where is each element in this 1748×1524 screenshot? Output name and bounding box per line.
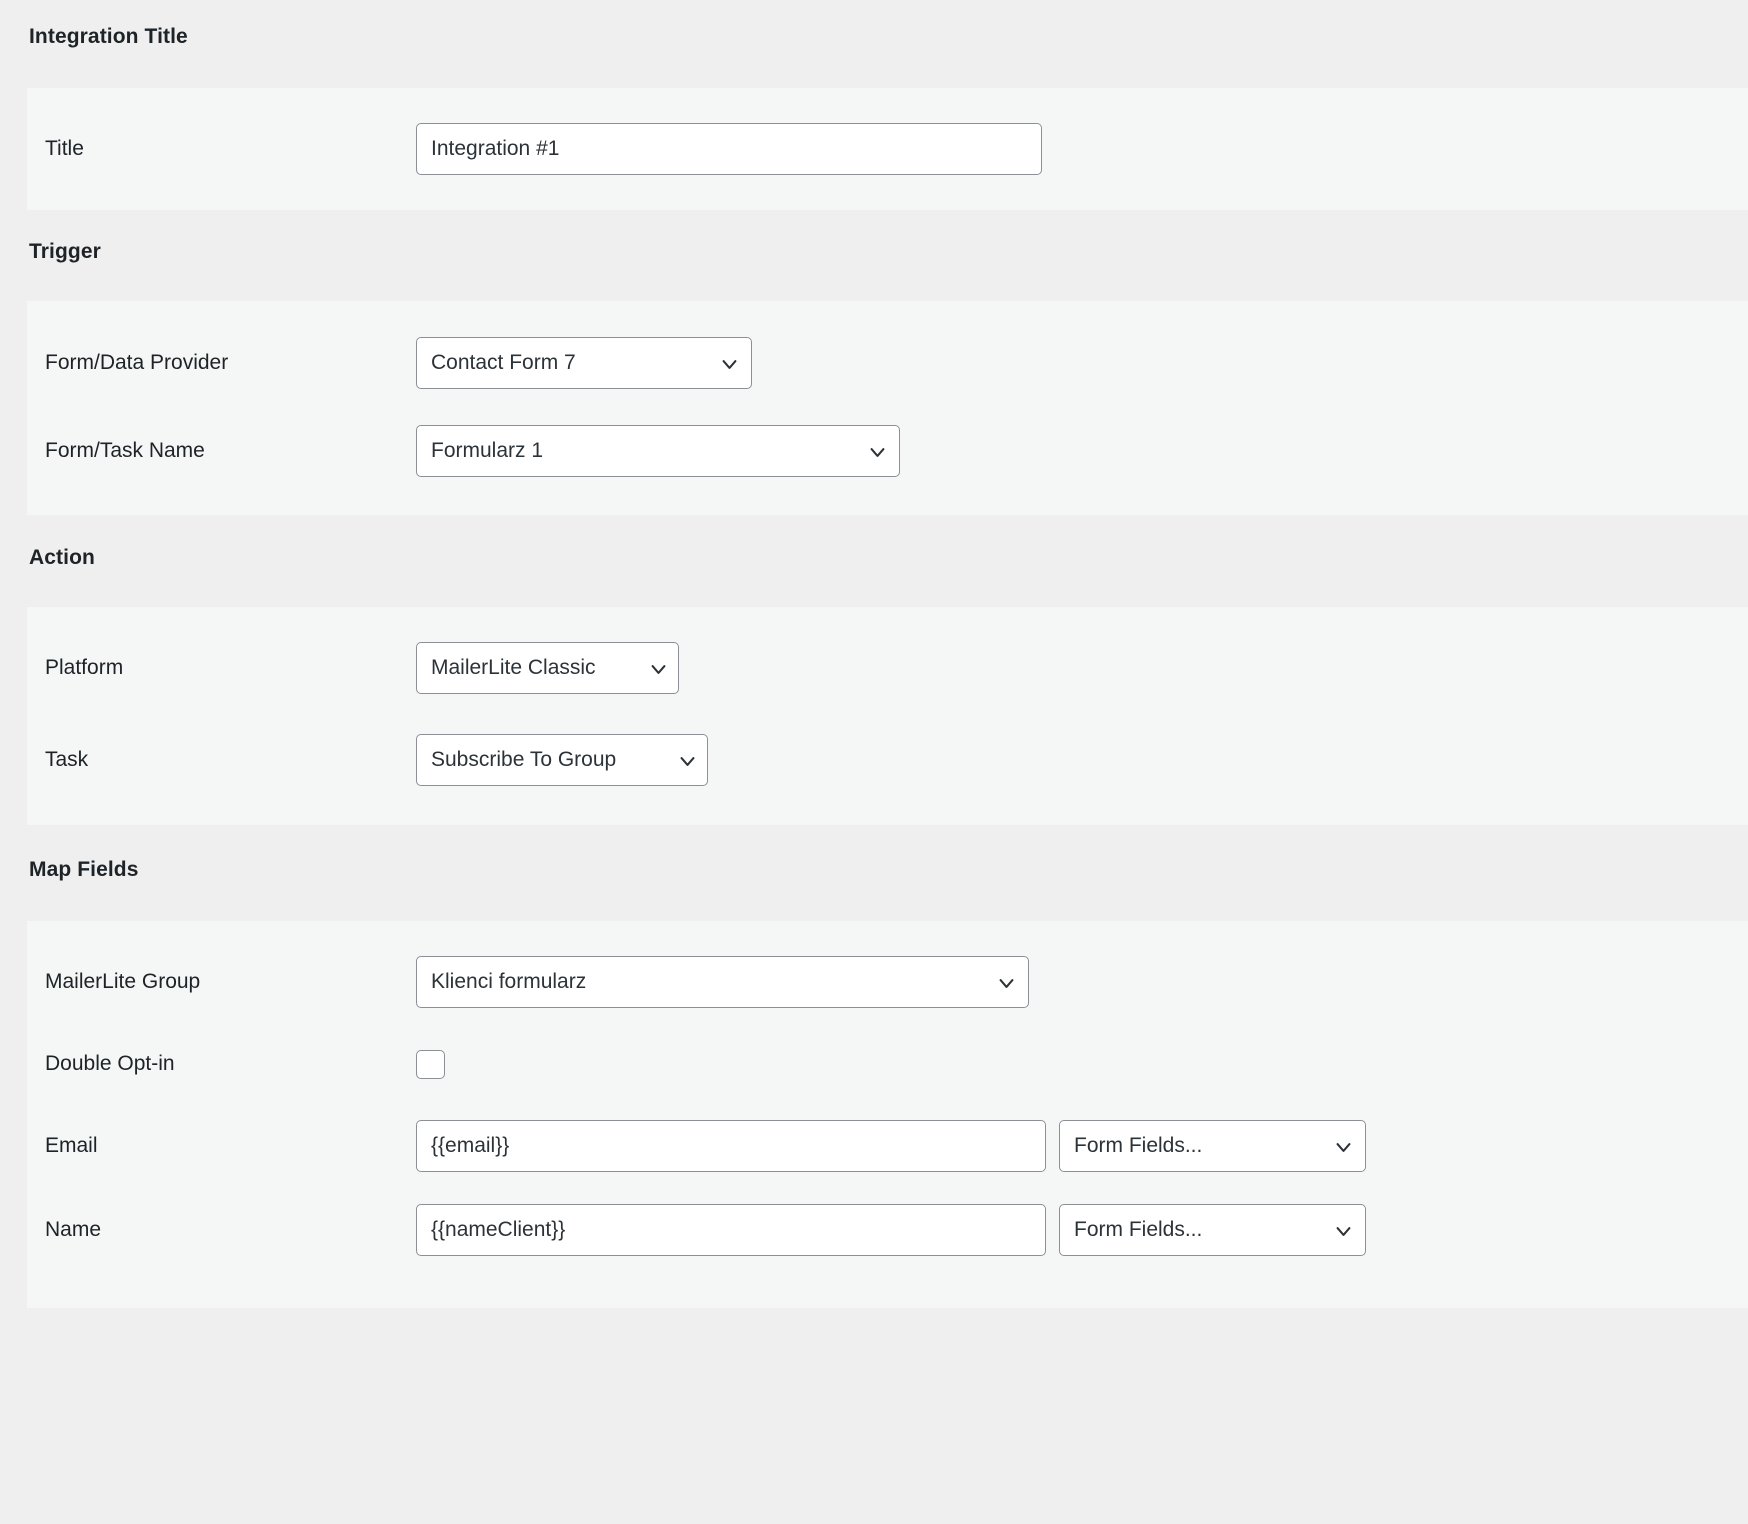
control-title: [416, 123, 1042, 175]
label-task: Task: [45, 748, 89, 772]
form-task-name-select-wrap: Formularz 1: [416, 425, 900, 477]
control-mailerlite-group: Klienci formularz: [416, 956, 1029, 1008]
control-form-task-name: Formularz 1: [416, 425, 900, 477]
field-row-title: Title: [27, 113, 1748, 185]
field-row-mailerlite-group: MailerLite Group Klienci formularz: [27, 944, 1748, 1024]
integration-settings-page: Integration Title Title Trigger Form/Dat…: [0, 0, 1748, 1524]
label-form-task-name: Form/Task Name: [45, 439, 205, 463]
field-row-form-data-provider: Form/Data Provider Contact Form 7: [27, 323, 1748, 407]
email-form-fields-select[interactable]: Form Fields...: [1059, 1120, 1366, 1172]
double-optin-checkbox[interactable]: [416, 1049, 445, 1079]
field-row-email: Email Form Fields...: [27, 1104, 1748, 1186]
label-email: Email: [45, 1134, 98, 1158]
label-mailerlite-group: MailerLite Group: [45, 970, 201, 994]
panel-action: Platform MailerLite Classic Task Subscri…: [27, 607, 1748, 825]
field-row-name: Name Form Fields...: [27, 1186, 1748, 1268]
panel-map-fields: MailerLite Group Klienci formularz Doubl…: [27, 921, 1748, 1308]
mailerlite-group-select-wrap: Klienci formularz: [416, 956, 1029, 1008]
panel-integration-title: Title: [27, 88, 1748, 210]
form-task-name-select[interactable]: Formularz 1: [416, 425, 900, 477]
form-data-provider-select-wrap: Contact Form 7: [416, 337, 752, 389]
email-form-fields-select-wrap: Form Fields...: [1059, 1120, 1366, 1172]
email-value-input[interactable]: [416, 1120, 1046, 1172]
label-name: Name: [45, 1218, 102, 1242]
task-select-wrap: Subscribe To Group: [416, 734, 708, 786]
section-heading-map-fields: Map Fields: [29, 858, 139, 881]
field-row-task: Task Subscribe To Group: [27, 714, 1748, 800]
control-form-data-provider: Contact Form 7: [416, 337, 752, 389]
title-input[interactable]: [416, 123, 1042, 175]
field-row-double-optin: Double Opt-in: [27, 1024, 1748, 1104]
section-heading-integration-title: Integration Title: [29, 25, 188, 48]
field-row-platform: Platform MailerLite Classic: [27, 628, 1748, 714]
name-form-fields-select[interactable]: Form Fields...: [1059, 1204, 1366, 1256]
control-platform: MailerLite Classic: [416, 642, 679, 694]
label-double-optin: Double Opt-in: [45, 1052, 175, 1076]
control-name: Form Fields...: [416, 1204, 1366, 1256]
label-platform: Platform: [45, 656, 124, 680]
control-double-optin: [416, 1049, 445, 1079]
label-title: Title: [45, 137, 84, 161]
control-email: Form Fields...: [416, 1120, 1366, 1172]
name-form-fields-select-wrap: Form Fields...: [1059, 1204, 1366, 1256]
form-data-provider-select[interactable]: Contact Form 7: [416, 337, 752, 389]
platform-select[interactable]: MailerLite Classic: [416, 642, 679, 694]
section-heading-action: Action: [29, 546, 95, 569]
name-value-input[interactable]: [416, 1204, 1046, 1256]
field-row-form-task-name: Form/Task Name Formularz 1: [27, 407, 1748, 491]
task-select[interactable]: Subscribe To Group: [416, 734, 708, 786]
platform-select-wrap: MailerLite Classic: [416, 642, 679, 694]
label-form-data-provider: Form/Data Provider: [45, 351, 229, 375]
control-task: Subscribe To Group: [416, 734, 708, 786]
panel-trigger: Form/Data Provider Contact Form 7 Form/T…: [27, 301, 1748, 515]
mailerlite-group-select[interactable]: Klienci formularz: [416, 956, 1029, 1008]
section-heading-trigger: Trigger: [29, 240, 101, 263]
